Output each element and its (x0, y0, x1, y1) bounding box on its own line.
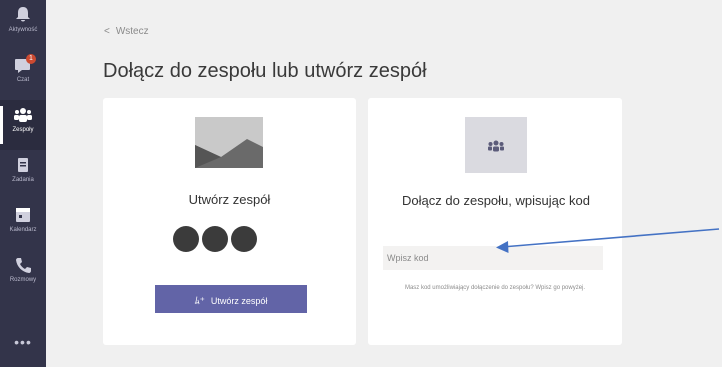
teams-icon (14, 108, 32, 122)
rail-item-chat[interactable]: 1 Czat (0, 50, 46, 100)
rail-item-label: Kalendarz (9, 227, 37, 233)
create-team-title: Utwórz zespół (188, 192, 271, 207)
more-apps-button[interactable]: ••• (0, 334, 46, 350)
avatar (231, 226, 257, 252)
chevron-left-icon: < (104, 26, 110, 37)
back-label: Wstecz (115, 26, 149, 37)
create-team-card[interactable]: Utwórz zespół ﾑ⁺ Utwórz zespół (103, 98, 356, 345)
assignments-icon (18, 158, 28, 172)
page-title: Dołącz do zespołu lub utwórz zespół (103, 60, 427, 82)
create-team-button-label: Utwórz zespół (210, 295, 268, 306)
rail-item-label: Zespoły (12, 127, 34, 133)
phone-icon (16, 258, 31, 273)
join-team-thumb (465, 117, 527, 173)
add-team-icon: ﾑ⁺ (194, 295, 205, 307)
rail-item-label: Czat (16, 77, 30, 83)
rail-item-label: Rozmowy (9, 277, 37, 283)
member-avatars (173, 226, 260, 257)
join-team-title: Dołącz do zespołu, wpisując kod (402, 193, 590, 208)
team-image-placeholder-icon (195, 117, 263, 168)
rail-item-teams[interactable]: Zespoły (0, 100, 46, 150)
rail-item-calendar[interactable]: Kalendarz (0, 200, 46, 250)
avatar (202, 226, 228, 252)
join-team-card: Dołącz do zespołu, wpisując kod Masz kod… (368, 98, 622, 345)
avatar (173, 226, 199, 252)
team-code-input[interactable] (383, 246, 603, 270)
chat-badge: 1 (26, 54, 36, 64)
bell-icon (16, 7, 30, 22)
rail-item-assignments[interactable]: Zadania (0, 150, 46, 200)
create-team-button[interactable]: ﾑ⁺ Utwórz zespół (155, 285, 307, 313)
join-code-hint: Masz kod umożliwiający dołączenie do zes… (404, 285, 586, 291)
rail-item-calls[interactable]: Rozmowy (0, 250, 46, 300)
app-rail: Aktywność 1 Czat Zespoły Zadania Kalenda… (0, 0, 46, 367)
rail-item-label: Zadania (12, 177, 34, 183)
back-link[interactable]: < Wstecz (104, 26, 149, 37)
calendar-icon (16, 208, 30, 222)
teams-icon (488, 140, 504, 152)
rail-item-activity[interactable]: Aktywność (0, 0, 46, 50)
rail-item-label: Aktywność (8, 27, 38, 33)
